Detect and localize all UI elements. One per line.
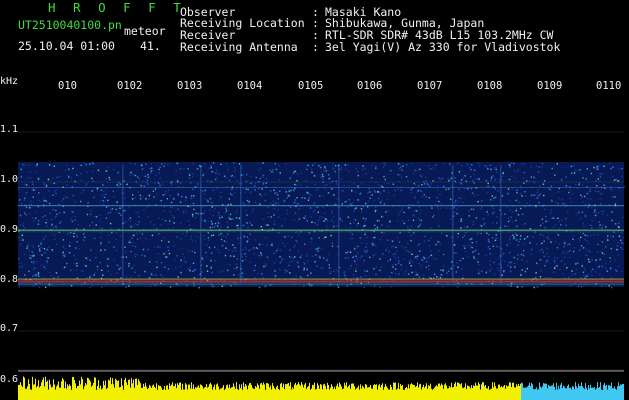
antenna-colon: : xyxy=(312,40,319,54)
filename: UT2510040100.pn xyxy=(18,18,122,32)
antenna-key: Receiving Antenna xyxy=(180,40,298,54)
meteor-streak xyxy=(122,165,124,283)
y-tick-label: 1.1 xyxy=(0,124,19,135)
signal-line-0.98 xyxy=(18,187,624,188)
x-tick-label: 010 xyxy=(58,80,77,92)
meteor-count: 41. xyxy=(140,39,161,53)
x-tick-label: 0109 xyxy=(537,80,563,92)
y-tick-label: 0.7 xyxy=(0,323,19,334)
frequency-unit-label: kHz xyxy=(0,76,19,87)
y-tick-label: 1.0 xyxy=(0,174,19,185)
signal-line-0.9 xyxy=(18,229,624,232)
signal-line-0.95 xyxy=(18,205,624,207)
meteor-streak xyxy=(500,165,502,283)
x-tick-label: 0105 xyxy=(298,80,324,92)
meteor-streak xyxy=(452,165,454,283)
y-tick-label: 0.8 xyxy=(0,274,19,285)
signal-line-0.8-halo xyxy=(18,278,624,280)
x-tick-label: 0110 xyxy=(596,80,622,92)
antenna-value: 3el Yagi(V) Az 330 for Vladivostok xyxy=(325,40,561,54)
signal-line-0.8 xyxy=(18,280,624,283)
noise-field xyxy=(18,162,625,289)
x-tick-label: 0107 xyxy=(417,80,443,92)
meteor-streak xyxy=(200,165,202,283)
x-tick-label: 0104 xyxy=(237,80,263,92)
x-tick-label: 0106 xyxy=(357,80,383,92)
y-tick-label: 0.6 xyxy=(0,374,19,385)
meteor-streak xyxy=(338,165,340,283)
x-tick-label: 0103 xyxy=(177,80,203,92)
spectrogram-plot xyxy=(18,131,625,400)
x-tick-label: 0102 xyxy=(117,80,143,92)
meteor-streak xyxy=(240,165,242,283)
activity-bar xyxy=(18,376,624,400)
y-tick-label: 0.9 xyxy=(0,224,19,235)
datetime: 25.10.04 01:00 xyxy=(18,39,115,53)
signal-line-0.8-halo xyxy=(18,283,624,285)
meteor-label: meteor xyxy=(124,24,166,38)
x-tick-label: 0108 xyxy=(477,80,503,92)
app-title: H R O F F T xyxy=(48,0,186,15)
